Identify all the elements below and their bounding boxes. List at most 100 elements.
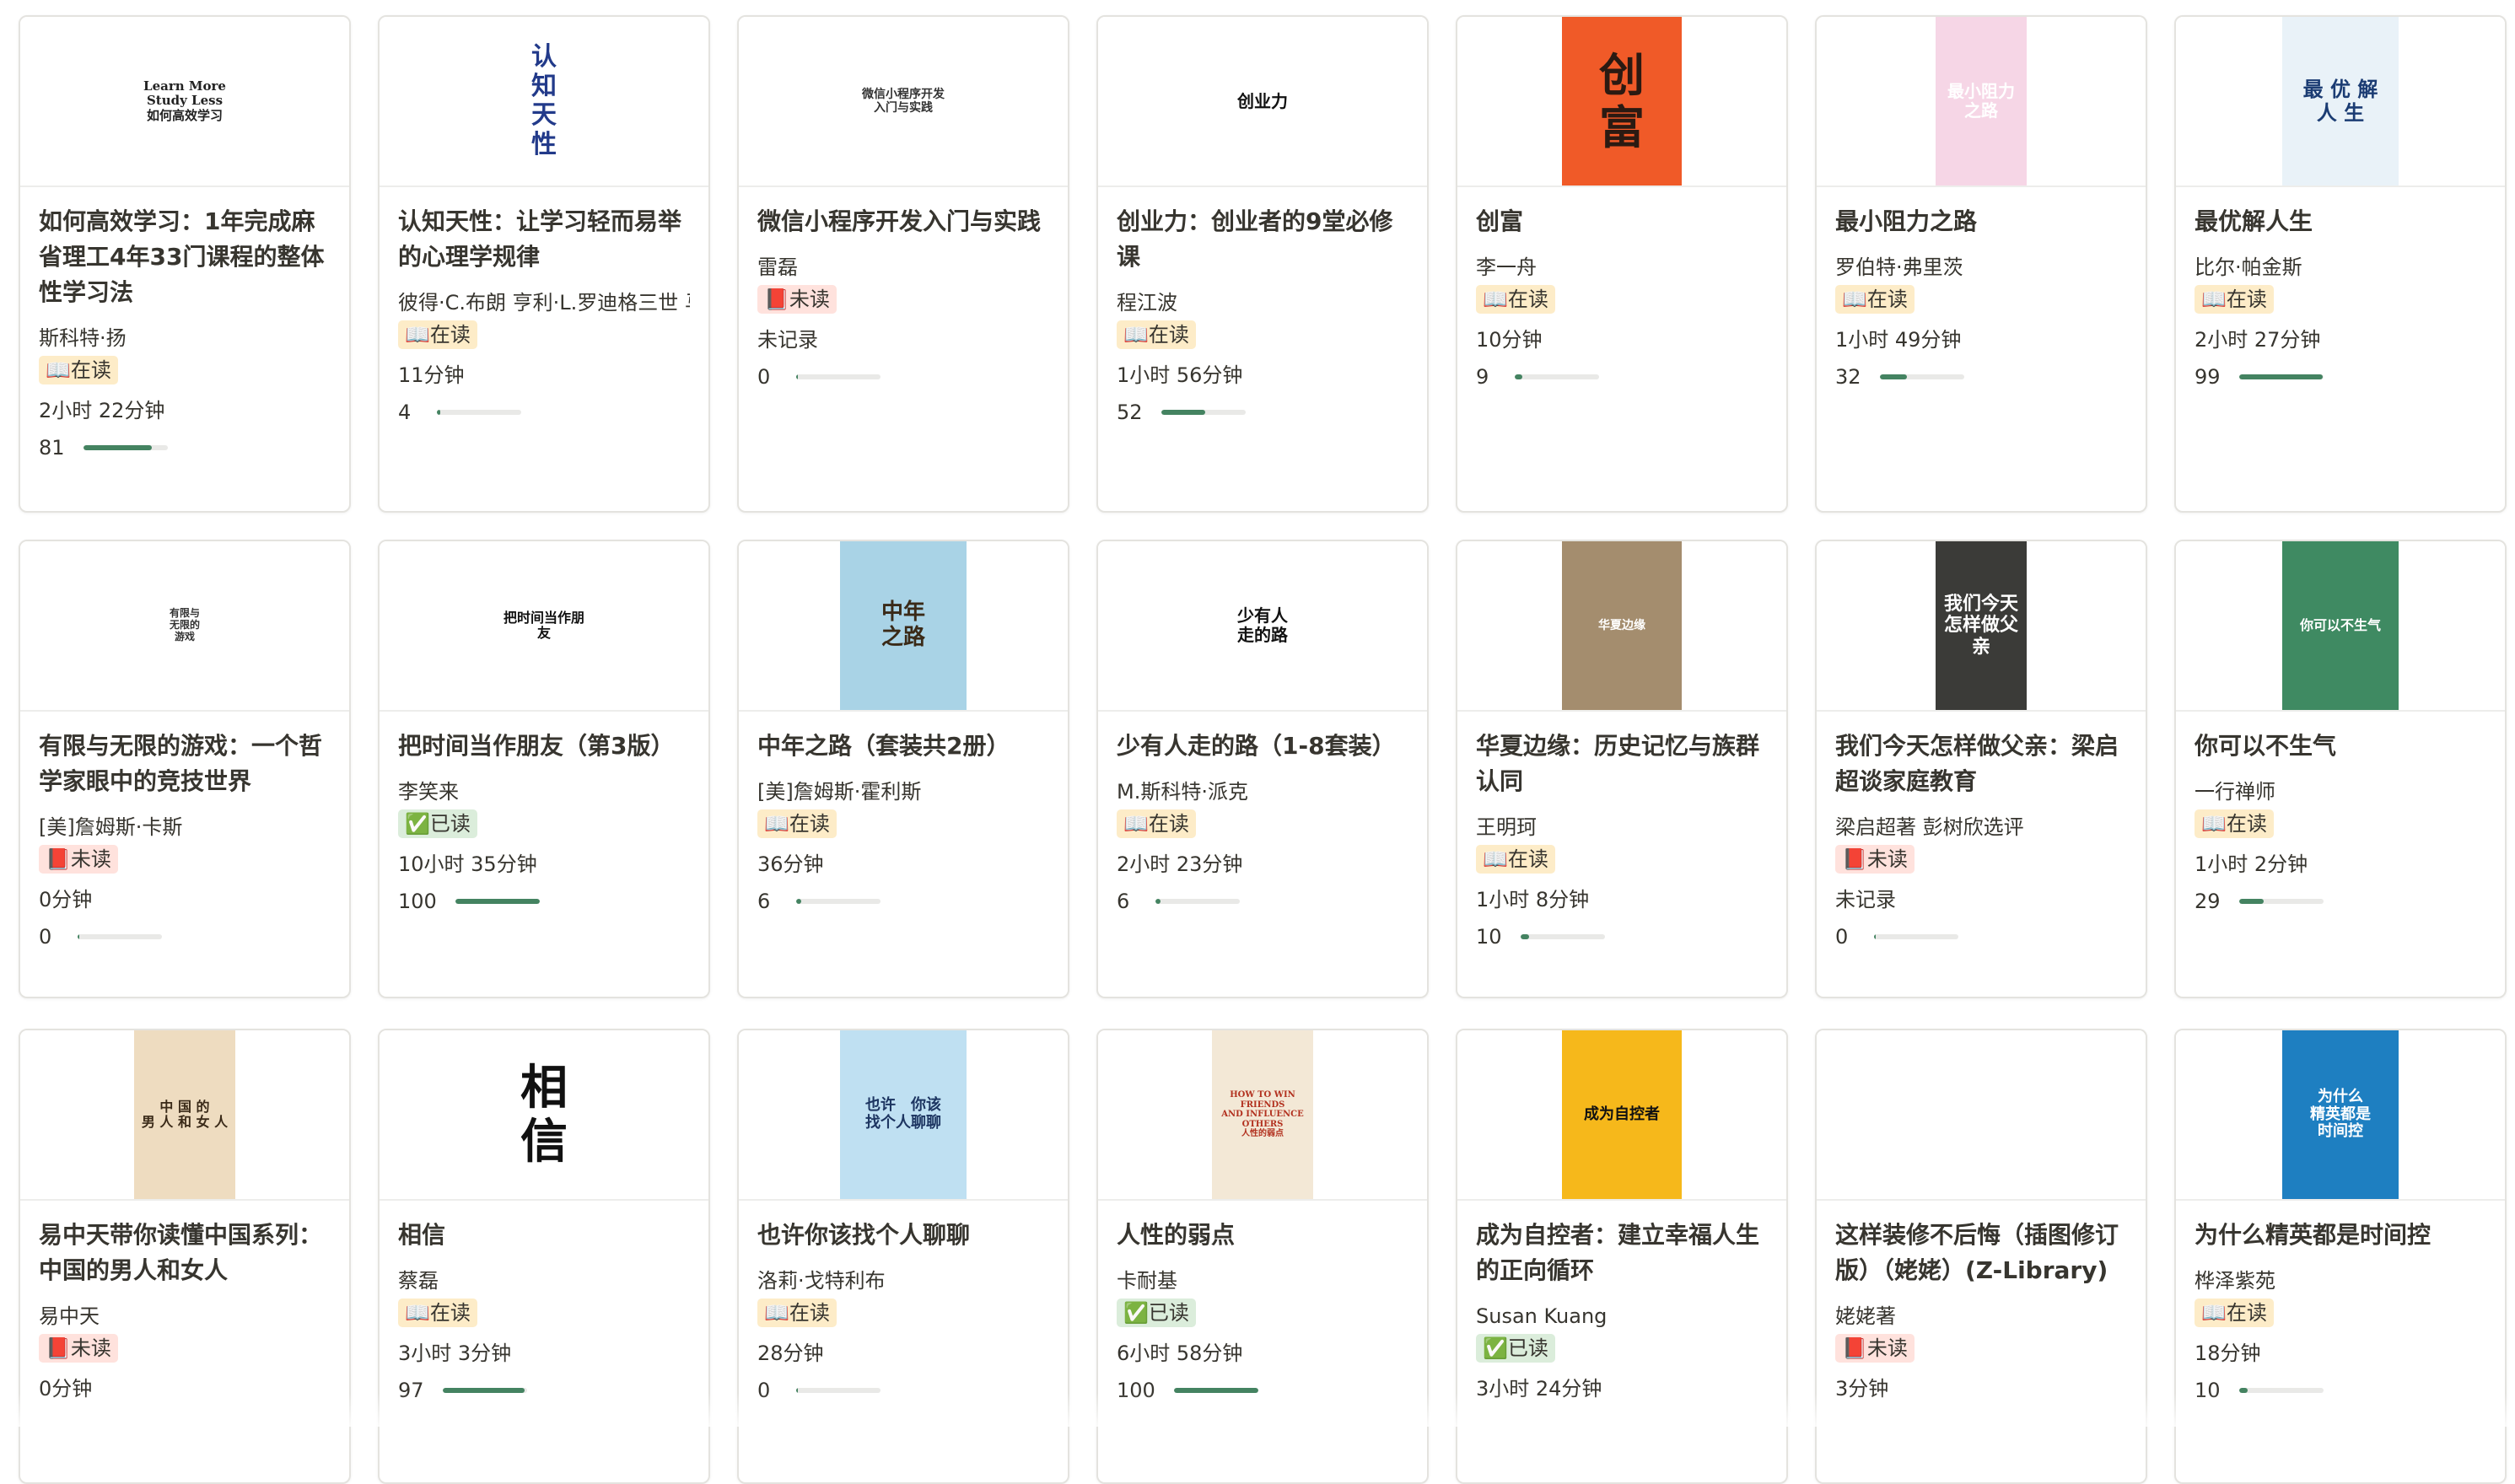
card-body: 少有人走的路（1-8套装） M.斯科特·派克 📖在读 2小时 23分钟 6: [1098, 712, 1427, 921]
progress-row: 10: [1476, 917, 1768, 956]
progress-value: 97: [398, 1379, 424, 1402]
progress-value: 10: [2195, 1379, 2221, 1402]
progress-value: 0: [757, 1379, 771, 1402]
status-badge: ✅已读: [1476, 1334, 1555, 1363]
progress-fill: [83, 445, 152, 450]
book-author: 姥姥著: [1835, 1304, 1896, 1328]
cover-title: 也许 你该 找个人聊聊: [865, 1096, 941, 1132]
cover-title: HOW TO WIN FRIENDS AND INFLUENCE OTHERS …: [1221, 1090, 1304, 1139]
reading-duration: 2小时 23分钟: [1117, 852, 1243, 876]
book-card[interactable]: 这样装修不后悔（插图修订版）（姥姥）(Z-Library) 姥姥著 📕未读 3分钟: [1815, 1029, 2147, 1484]
book-card[interactable]: 中年 之路 中年之路（套装共2册） [美]詹姆斯·霍利斯 📖在读 36分钟 6: [737, 540, 1069, 998]
cover-area: 相 信: [380, 1030, 708, 1201]
cover-area: 有限与 无限的 游戏: [20, 541, 349, 712]
book-title: 创富: [1476, 207, 1524, 235]
progress-fill: [442, 1388, 525, 1393]
progress-bar: [2238, 899, 2324, 904]
cover-title: 成为自控者: [1584, 1105, 1660, 1123]
book-title: 少有人走的路（1-8套装）: [1117, 732, 1396, 760]
cover-title: 有限与 无限的 游戏: [169, 607, 200, 643]
status-badge: ✅已读: [1117, 1298, 1196, 1327]
reading-duration: 2小时 22分钟: [39, 399, 165, 422]
progress-value: 99: [2195, 365, 2221, 389]
progress-bar: [1874, 934, 1958, 939]
book-author: 蔡磊: [398, 1269, 439, 1293]
cover-area: Learn More Study Less 如何高效学习: [20, 17, 349, 187]
reading-duration: 36分钟: [757, 852, 824, 876]
progress-row: 6: [757, 882, 1049, 921]
book-card[interactable]: 有限与 无限的 游戏 有限与无限的游戏：一个哲学家眼中的竞技世界 [美]詹姆斯·卡斯…: [19, 540, 351, 998]
book-card[interactable]: HOW TO WIN FRIENDS AND INFLUENCE OTHERS …: [1096, 1029, 1429, 1484]
progress-row: 97: [398, 1371, 690, 1410]
progress-value: 100: [398, 890, 437, 913]
status-badge: ✅已读: [398, 809, 477, 838]
progress-row: 100: [398, 882, 690, 921]
book-card[interactable]: 中 国 的 男 人 和 女 人易中天带你读懂中国系列：中国的男人和女人 易中天 📕未…: [19, 1029, 351, 1484]
reading-duration: 10小时 35分钟: [398, 852, 537, 876]
reading-duration: 1小时 56分钟: [1117, 363, 1243, 387]
progress-value: 32: [1835, 365, 1861, 389]
book-card[interactable]: 认 知 天 性认知天性：让学习轻而易举的心理学规律 彼得·C.布朗 亨利·L.罗迪…: [378, 15, 710, 513]
reading-duration: 6小时 58分钟: [1117, 1342, 1243, 1365]
card-body: 如何高效学习：1年完成麻省理工4年33门课程的整体性学习法 斯科特·扬 📖在读 2小时…: [20, 187, 349, 467]
book-card[interactable]: 为什么 精英都是 时间控 为什么精英都是时间控 桦泽紫苑 📖在读 18分钟 10: [2174, 1029, 2507, 1484]
cover-title: 华夏边缘: [1598, 618, 1645, 632]
cover-area: 创 富: [1457, 17, 1786, 187]
book-author: 雷磊: [757, 255, 798, 279]
book-card[interactable]: 微信小程序开发 入门与实践 微信小程序开发入门与实践 雷磊 📕未读 未记录 0: [737, 15, 1069, 513]
book-card[interactable]: 我们今天 怎样做父亲 我们今天怎样做父亲：梁启超谈家庭教育 梁启超著 彭树欣选评 📕未…: [1815, 540, 2147, 998]
book-card[interactable]: 少有人 走的路 少有人走的路（1-8套装） M.斯科特·派克 📖在读 2小时 23分钟 6: [1096, 540, 1429, 998]
progress-bar: [796, 1388, 881, 1393]
status-badge: 📖在读: [1117, 320, 1196, 349]
cover-title: 把时间当作朋友: [503, 609, 584, 641]
book-cover-text: 我们今天 怎样做父亲: [1936, 541, 2027, 710]
progress-value: 6: [1117, 890, 1130, 913]
cover-title: 中年 之路: [881, 600, 925, 650]
book-card[interactable]: 相 信相信 蔡磊 📖在读 3小时 3分钟 97: [378, 1029, 710, 1484]
book-card[interactable]: 也许 你该 找个人聊聊 也许你该找个人聊聊 洛莉·戈特利布 📖在读 28分钟 0: [737, 1029, 1069, 1484]
book-card[interactable]: 创业力 创业力：创业者的9堂必修课 程江波 📖在读 1小时 56分钟 52: [1096, 15, 1429, 513]
status-badge: 📖在读: [39, 356, 118, 384]
reading-duration: 10分钟: [1476, 328, 1543, 352]
cover-area: 中年 之路: [739, 541, 1068, 712]
book-card[interactable]: Learn More Study Less 如何高效学习 如何高效学习：1年完成麻…: [19, 15, 351, 513]
reading-duration: 3小时 24分钟: [1476, 1377, 1602, 1401]
book-title: 这样装修不后悔（插图修订版）（姥姥）(Z-Library): [1835, 1221, 2119, 1284]
book-title: 你可以不生气: [2195, 732, 2337, 760]
cover-title: 少有人 走的路: [1237, 605, 1288, 645]
book-card[interactable]: 最 优 解 人 生最优解人生 比尔·帕金斯 📖在读 2小时 27分钟 99: [2174, 15, 2507, 513]
progress-bar: [1520, 934, 1605, 939]
progress-bar: [2238, 1388, 2324, 1393]
book-author: 李笑来: [398, 780, 459, 804]
status-badge: 📖在读: [398, 320, 477, 349]
card-body: 为什么精英都是时间控 桦泽紫苑 📖在读 18分钟 10: [2176, 1201, 2505, 1410]
book-title: 人性的弱点: [1117, 1221, 1236, 1249]
reading-duration: 28分钟: [757, 1342, 824, 1365]
book-card[interactable]: 最小阻力之路 最小阻力之路 罗伯特·弗里茨 📖在读 1小时 49分钟 32: [1815, 15, 2147, 513]
book-card[interactable]: 把时间当作朋友把时间当作朋友（第3版） 李笑来 ✅已读 10小时 35分钟 100: [378, 540, 710, 998]
progress-row: 0: [757, 358, 1049, 396]
progress-fill: [1879, 374, 1907, 379]
progress-bar: [796, 374, 881, 379]
cover-area: 华夏边缘: [1457, 541, 1786, 712]
progress-value: 6: [757, 890, 771, 913]
progress-fill: [1155, 899, 1161, 904]
book-cover-portrait: HOW TO WIN FRIENDS AND INFLUENCE OTHERS …: [1212, 1030, 1313, 1199]
book-author: 李一舟: [1476, 255, 1537, 279]
book-cover-text: 中 国 的 男 人 和 女 人: [134, 1030, 235, 1199]
book-card[interactable]: 成为自控者 成为自控者：建立幸福人生的正向循环 Susan Kuang ✅已读 3小时 …: [1456, 1029, 1788, 1484]
reading-duration: 3分钟: [1835, 1377, 1889, 1401]
book-cover-boxes: 中年 之路: [840, 541, 967, 710]
book-card[interactable]: 华夏边缘 华夏边缘：历史记忆与族群认同 王明珂 📖在读 1小时 8分钟 10: [1456, 540, 1788, 998]
progress-bar: [1879, 374, 1964, 379]
book-author: 罗伯特·弗里茨: [1835, 255, 1963, 279]
progress-fill: [796, 374, 798, 379]
book-cover-waves: 最 优 解 人 生: [2282, 17, 2399, 186]
book-cover-text: 创 富: [1562, 17, 1682, 186]
book-card[interactable]: 你可以不生气 你可以不生气 一行禅师 📖在读 1小时 2分钟 29: [2174, 540, 2507, 998]
cover-title: 创业力: [1237, 90, 1288, 111]
progress-row: 81: [39, 428, 331, 467]
book-title: 把时间当作朋友（第3版）: [398, 732, 675, 760]
status-badge: 📖在读: [757, 1298, 837, 1327]
book-card[interactable]: 创 富创富 李一舟 📖在读 10分钟 9: [1456, 15, 1788, 513]
